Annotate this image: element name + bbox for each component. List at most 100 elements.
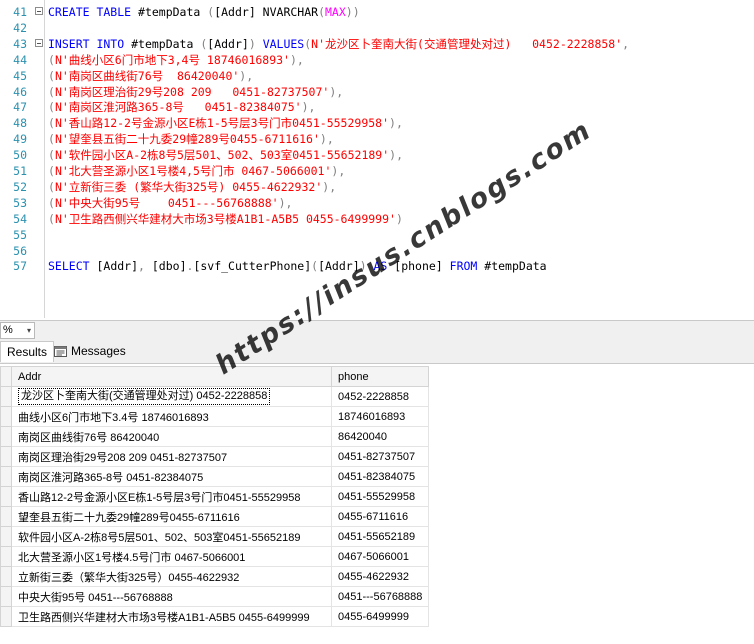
code-line[interactable]: 57 SELECT [Addr], [dbo].[svf_CutterPhone]… (0, 258, 754, 274)
code-text: (N'曲线小区6门市地下3,4号 18746016893'), (48, 52, 304, 68)
code-line[interactable]: 45 (N'南岗区曲线街76号 86420040'), (0, 68, 754, 84)
cell-phone[interactable]: 86420040 (331, 426, 429, 447)
code-token: SELECT (48, 259, 97, 274)
row-header[interactable] (0, 386, 12, 407)
cell-phone[interactable]: 18746016893 (331, 406, 429, 427)
table-row[interactable]: 南岗区淮河路365-8号 0451-82384075 0451-82384075 (0, 466, 429, 487)
cell-addr[interactable]: 香山路12-2号金源小区E栋1-5号层3号门市0451-55529958 (11, 486, 332, 507)
cell-addr[interactable]: 北大营圣源小区1号楼4.5号门市 0467-5066001 (11, 546, 332, 567)
cell-phone[interactable]: 0455-6499999 (331, 606, 429, 627)
sql-editor[interactable]: 41 CREATE TABLE #tempData ([Addr] NVARCHA… (0, 0, 754, 318)
cell-addr[interactable]: 卫生路西侧兴华建材大市场3号楼A1B1-A5B5 0455-6499999 (11, 606, 332, 627)
row-header[interactable] (0, 466, 12, 487)
code-line[interactable]: 54 (N'卫生路西侧兴华建材大市场3号楼A1B1-A5B5 0455-64999… (0, 211, 754, 227)
line-number: 53 (13, 195, 27, 210)
code-line[interactable]: 53 (N'中央大街95号 0451---56768888'), (0, 195, 754, 211)
table-row[interactable]: 立新街三委（繁华大街325号）0455-4622932 0455-4622932 (0, 566, 429, 587)
column-header-phone[interactable]: phone (331, 366, 429, 387)
cell-phone[interactable]: 0467-5066001 (331, 546, 429, 567)
row-header[interactable] (0, 546, 12, 567)
table-row[interactable]: 曲线小区6门市地下3.4号 18746016893 18746016893 (0, 406, 429, 427)
code-line[interactable]: 56 (0, 243, 754, 259)
table-row[interactable]: 香山路12-2号金源小区E栋1-5号层3号门市0451-55529958 0451… (0, 486, 429, 507)
code-text: (N'南岗区曲线街76号 86420040'), (48, 68, 253, 84)
table-row[interactable]: 南岗区曲线街76号 86420040 86420040 (0, 426, 429, 447)
row-header[interactable] (0, 506, 12, 527)
code-text: CREATE TABLE #tempData ([Addr] NVARCHAR(… (48, 4, 360, 20)
code-line[interactable]: 48 (N'香山路12-2号金源小区E栋1-5号层3号门市0451-5552995… (0, 115, 754, 131)
row-header[interactable] (0, 426, 12, 447)
cell-addr[interactable]: 立新街三委（繁华大街325号）0455-4622932 (11, 566, 332, 587)
row-header[interactable] (0, 526, 12, 547)
cell-addr[interactable]: 望奎县五街二十九委29幢289号0455-6711616 (11, 506, 332, 527)
grid-header-row: Addr phone (0, 366, 429, 387)
cell-phone[interactable]: 0451-82737507 (331, 446, 429, 467)
code-token: N'南岗区理治街29号208 209 0451-82737507' (54, 84, 330, 99)
code-line[interactable]: 42 (0, 20, 754, 36)
line-number: 43 (13, 36, 27, 51)
column-header-addr[interactable]: Addr (11, 366, 332, 387)
horizontal-scrollbar[interactable] (40, 324, 754, 336)
tab-results[interactable]: Results (0, 341, 55, 362)
cell-phone[interactable]: 0451-55652189 (331, 526, 429, 547)
table-row[interactable]: 望奎县五街二十九委29幢289号0455-6711616 0455-6711616 (0, 506, 429, 527)
code-line[interactable]: 47 (N'南岗区淮河路365-8号 0451-82384075'), (0, 99, 754, 115)
code-token: CREATE TABLE (48, 5, 139, 19)
cell-addr[interactable]: 南岗区理治街29号208 209 0451-82737507 (11, 446, 332, 467)
cell-phone[interactable]: 0455-4622932 (331, 566, 429, 587)
row-header[interactable] (0, 406, 12, 427)
code-token: [phone] (394, 259, 450, 274)
tab-messages[interactable]: Messages (48, 341, 132, 362)
zoom-dropdown[interactable]: % ▾ (0, 322, 35, 339)
zoom-value: % (3, 324, 13, 336)
code-line[interactable]: 41 CREATE TABLE #tempData ([Addr] NVARCHA… (0, 4, 754, 20)
code-token: ( (48, 211, 55, 226)
row-header[interactable] (0, 586, 12, 607)
line-number: 41 (13, 5, 27, 19)
collapse-toggle-icon[interactable] (35, 38, 43, 47)
code-token: ( (318, 5, 325, 19)
code-token: ), (319, 132, 334, 147)
row-header[interactable] (0, 486, 12, 507)
cell-phone[interactable]: 0452-2228858 (331, 386, 429, 407)
cell-addr[interactable]: 中央大街95号 0451---56768888 (11, 586, 332, 607)
row-header[interactable] (0, 446, 12, 467)
row-header[interactable] (0, 566, 12, 587)
code-line[interactable]: 46 (N'南岗区理治街29号208 209 0451-82737507'), (0, 84, 754, 100)
cell-addr[interactable]: 曲线小区6门市地下3.4号 18746016893 (11, 406, 332, 427)
cell-phone[interactable]: 0451---56768888 (331, 586, 429, 607)
editor-status-bar: % ▾ (0, 320, 754, 339)
code-line[interactable]: 50 (N'软件园小区A-2栋8号5层501、502、503室0451-55652… (0, 147, 754, 163)
table-row[interactable]: 软件园小区A-2栋8号5层501、502、503室0451-55652189 04… (0, 526, 429, 547)
table-row[interactable]: 中央大街95号 0451---56768888 0451---56768888 (0, 586, 429, 607)
code-line[interactable]: 55 (0, 227, 754, 243)
cell-phone[interactable]: 0451-55529958 (331, 486, 429, 507)
code-line[interactable]: 52 (N'立新街三委 (繁华大街325号) 0455-4622932'), (0, 179, 754, 195)
result-tabs: Results Messages (0, 339, 754, 364)
code-token: ( (48, 52, 55, 67)
cell-addr[interactable]: 软件园小区A-2栋8号5层501、502、503室0451-55652189 (11, 526, 332, 547)
table-row[interactable]: 龙沙区卜奎南大街(交通管理处对过) 0452-2228858 0452-22288… (0, 386, 429, 407)
code-line[interactable]: 51 (N'北大营圣源小区1号楼4,5号门市 0467-5066001'), (0, 163, 754, 179)
tab-messages-label: Messages (71, 344, 126, 358)
table-row[interactable]: 南岗区理治街29号208 209 0451-82737507 0451-82737… (0, 446, 429, 467)
code-line[interactable]: 49 (N'望奎县五街二十九委29幢289号0455-6711616'), (0, 131, 754, 147)
code-line[interactable]: 44 (N'曲线小区6门市地下3,4号 18746016893'), (0, 52, 754, 68)
code-token: N'立新街三委 (繁华大街325号) 0455-4622932' (54, 179, 323, 194)
row-header-corner[interactable] (0, 366, 12, 387)
results-grid[interactable]: Addr phone 龙沙区卜奎南大街(交通管理处对过) 0452-222885… (0, 366, 429, 627)
cell-phone[interactable]: 0451-82384075 (331, 466, 429, 487)
code-token: N'南岗区淮河路365-8号 0451-82384075' (54, 100, 302, 115)
collapse-toggle-icon[interactable] (35, 7, 43, 15)
row-header[interactable] (0, 606, 12, 627)
cell-addr[interactable]: 龙沙区卜奎南大街(交通管理处对过) 0452-2228858 (11, 386, 332, 407)
code-text: (N'卫生路西侧兴华建材大市场3号楼A1B1-A5B5 0455-6499999… (48, 211, 403, 227)
cell-phone[interactable]: 0455-6711616 (331, 506, 429, 527)
table-row[interactable]: 北大营圣源小区1号楼4.5号门市 0467-5066001 0467-506600… (0, 546, 429, 567)
table-row[interactable]: 卫生路西侧兴华建材大市场3号楼A1B1-A5B5 0455-6499999 045… (0, 606, 429, 627)
code-token: N'曲线小区6门市地下3,4号 18746016893' (54, 52, 290, 67)
cell-addr[interactable]: 南岗区曲线街76号 86420040 (11, 426, 332, 447)
line-number: 57 (13, 259, 27, 274)
cell-addr[interactable]: 南岗区淮河路365-8号 0451-82384075 (11, 466, 332, 487)
code-line[interactable]: 43 INSERT INTO #tempData ([Addr]) VALUES(… (0, 36, 754, 52)
